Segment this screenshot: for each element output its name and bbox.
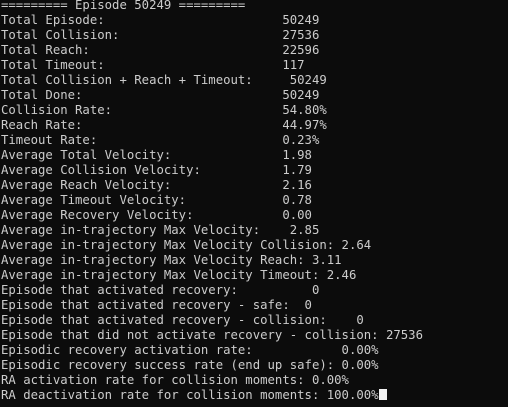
ra-deactivation-rate-line: RA deactivation rate for collision momen… <box>1 388 387 403</box>
recovery-activation-rate-line: Episodic recovery activation rate: 0.00% <box>1 343 379 357</box>
ra-deactivation-rate-text: RA deactivation rate for collision momen… <box>1 388 379 402</box>
terminal-window[interactable]: ========= Episode 50249 ========= Total … <box>0 0 508 407</box>
average-collision-velocity-line: Average Collision Velocity: 1.79 <box>1 163 312 177</box>
average-timeout-velocity-line: Average Timeout Velocity: 0.78 <box>1 193 312 207</box>
max-velocity-reach-line: Average in-trajectory Max Velocity Reach… <box>1 253 342 267</box>
timeout-rate-line: Timeout Rate: 0.23% <box>1 133 320 147</box>
total-episode-line: Total Episode: 50249 <box>1 13 320 27</box>
recovery-success-rate-line: Episodic recovery success rate (end up s… <box>1 358 379 372</box>
average-total-velocity-line: Average Total Velocity: 1.98 <box>1 148 312 162</box>
max-velocity-timeout-line: Average in-trajectory Max Velocity Timeo… <box>1 268 357 282</box>
episode-header-line: ========= Episode 50249 ========= <box>1 0 246 12</box>
total-reach-line: Total Reach: 22596 <box>1 43 320 57</box>
reach-rate-line: Reach Rate: 44.97% <box>1 118 327 132</box>
ra-activation-rate-line: RA activation rate for collision moments… <box>1 373 349 387</box>
activated-recovery-collision-line: Episode that activated recovery - collis… <box>1 313 364 327</box>
activated-recovery-safe-line: Episode that activated recovery - safe: … <box>1 298 312 312</box>
max-velocity-line: Average in-trajectory Max Velocity: 2.85 <box>1 223 320 237</box>
total-timeout-line: Total Timeout: 117 <box>1 58 305 72</box>
collision-rate-line: Collision Rate: 54.80% <box>1 103 327 117</box>
average-reach-velocity-line: Average Reach Velocity: 2.16 <box>1 178 312 192</box>
no-recovery-collision-line: Episode that did not activate recovery -… <box>1 328 423 342</box>
max-velocity-collision-line: Average in-trajectory Max Velocity Colli… <box>1 238 372 252</box>
average-recovery-velocity-line: Average Recovery Velocity: 0.00 <box>1 208 312 222</box>
total-collision-line: Total Collision: 27536 <box>1 28 320 42</box>
total-sum-line: Total Collision + Reach + Timeout: 50249 <box>1 73 327 87</box>
activated-recovery-line: Episode that activated recovery: 0 <box>1 283 320 297</box>
cursor-icon <box>378 389 387 400</box>
total-done-line: Total Done: 50249 <box>1 88 320 102</box>
